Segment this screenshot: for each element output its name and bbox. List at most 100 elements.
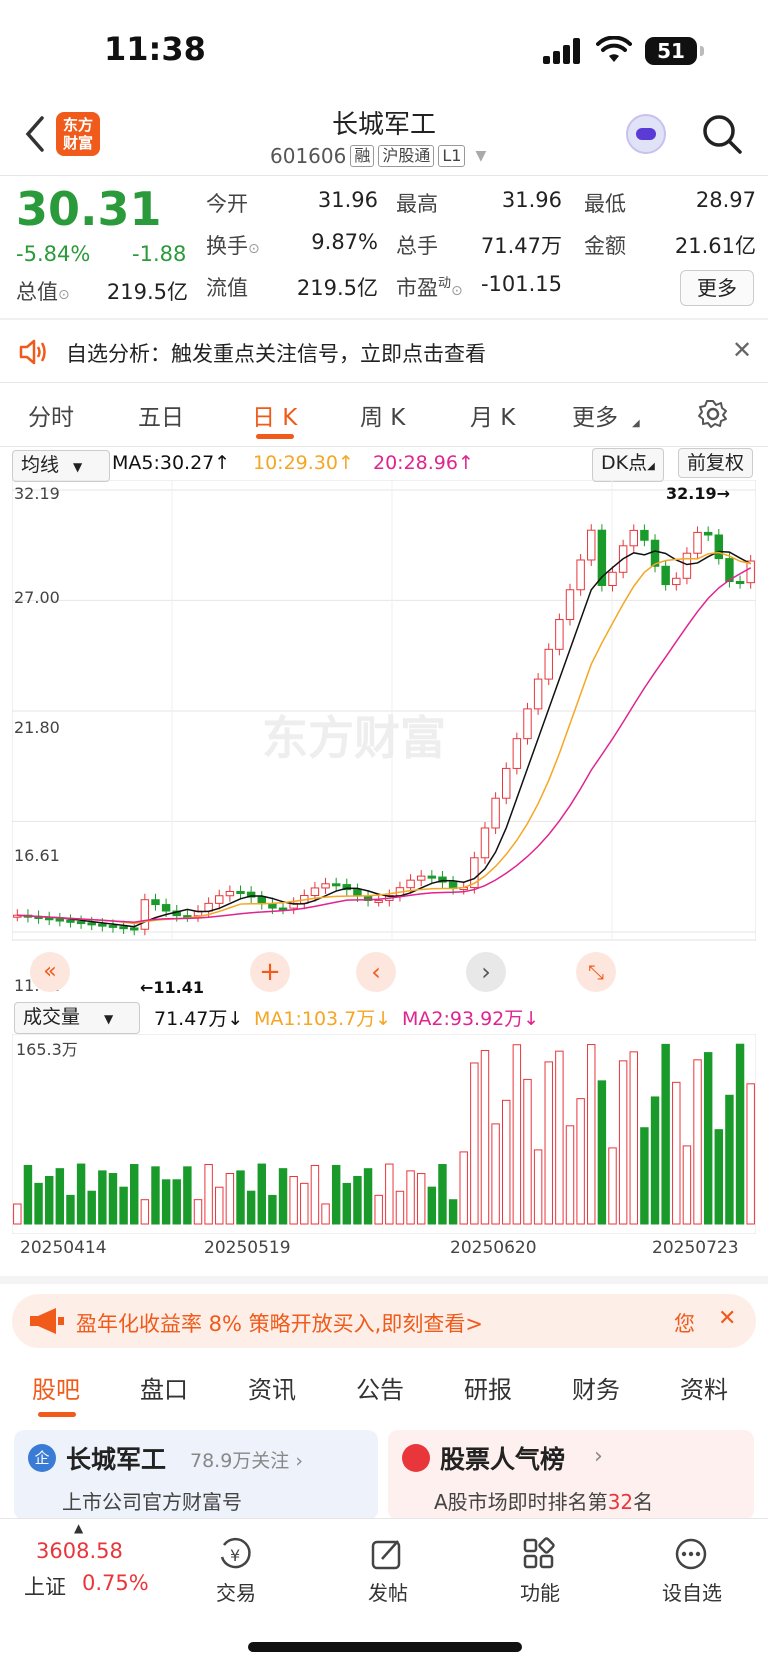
search-icon[interactable] — [700, 112, 744, 156]
volume-bar — [533, 1149, 543, 1225]
more-button[interactable]: 更多 — [680, 270, 754, 306]
candle — [565, 589, 575, 621]
trade-icon[interactable]: ¥ — [218, 1537, 254, 1571]
volume-bar — [130, 1164, 139, 1225]
candle — [693, 531, 702, 554]
volume-bar — [416, 1173, 426, 1225]
volume-bar — [459, 1151, 468, 1225]
label-volume: 总手 — [396, 234, 438, 258]
signal-icon — [543, 38, 583, 64]
volume-bar — [693, 1059, 702, 1225]
stock-code-row[interactable]: 601606 融 沪股通 L1 ▼ — [270, 144, 486, 168]
volume-max-label: 165.3万 — [16, 1040, 78, 1059]
nav-post[interactable]: 发帖 — [338, 1577, 438, 1606]
volume-bar — [268, 1194, 277, 1225]
nav-add-watchlist[interactable]: 设自选 — [642, 1577, 742, 1606]
home-indicator — [248, 1642, 522, 1652]
tab-guba[interactable]: 股吧 — [32, 1370, 80, 1405]
popularity-card[interactable]: 股票人气榜 › A股市场即时排名第32名 — [388, 1430, 754, 1520]
tab-intraday[interactable]: 分时 — [28, 398, 74, 432]
value-low: 28.97 — [695, 188, 756, 212]
candle — [215, 895, 224, 904]
caret-up-icon: ▲ — [74, 1521, 84, 1535]
ma20-readout: 20:28.96↑ — [373, 452, 474, 474]
candle — [512, 738, 522, 769]
x-label-3: 20250620 — [450, 1238, 537, 1258]
candle — [661, 565, 670, 586]
nav-functions[interactable]: 功能 — [490, 1577, 590, 1606]
tab-announcements[interactable]: 公告 — [356, 1370, 404, 1405]
gear-icon[interactable] — [697, 398, 729, 430]
volume-chart[interactable] — [12, 1034, 756, 1234]
tab-orderbook[interactable]: 盘口 — [140, 1370, 188, 1405]
tab-profile[interactable]: 资料 — [680, 1370, 728, 1405]
scroll-first-icon[interactable]: « — [30, 952, 70, 992]
value-open: 31.96 — [317, 188, 378, 212]
index-change[interactable]: 0.75% — [82, 1571, 149, 1595]
volume-bar — [597, 1080, 607, 1225]
volume-indicator-select[interactable]: 成交量 ▼ — [14, 1002, 140, 1034]
tab-finance[interactable]: 财务 — [572, 1370, 620, 1405]
chevron-left-icon[interactable]: ‹ — [356, 952, 396, 992]
card-title: 长城军工 — [66, 1445, 167, 1474]
card-follow-count: 78.9万关注 › — [190, 1450, 303, 1472]
volume-bar — [87, 1190, 96, 1225]
chevron-right-icon[interactable]: › — [466, 952, 506, 992]
robot-avatar-icon[interactable] — [626, 114, 666, 154]
company-card[interactable]: 企 长城军工 78.9万关注 › 上市公司官方财富号 — [14, 1430, 378, 1520]
dk-point-button[interactable]: DK点◢ — [592, 448, 664, 482]
volume-bar — [300, 1182, 309, 1225]
enterprise-icon: 企 — [28, 1444, 56, 1472]
volume-bar — [587, 1044, 596, 1225]
chevron-down-icon: ▼ — [475, 148, 487, 164]
tab-more[interactable]: 更多 — [572, 398, 618, 432]
volume-bar — [512, 1044, 522, 1225]
label-total-value: 总值⊙ — [16, 280, 70, 304]
caret-icon: ◢ — [632, 418, 640, 429]
tab-daily-k[interactable]: 日 K — [252, 398, 297, 432]
tab-monthly-k[interactable]: 月 K — [470, 398, 515, 432]
more-dots-icon[interactable] — [674, 1537, 708, 1571]
adjust-button[interactable]: 前复权 — [678, 448, 754, 478]
indicator-select[interactable]: 均线 ▼ — [12, 450, 110, 482]
candle — [44, 917, 54, 921]
volume-bar — [682, 1145, 692, 1225]
promo-banner[interactable]: 盈年化收益率 8% 策略开放买入,即刻查看> 您 ✕ — [12, 1294, 756, 1348]
analysis-notice[interactable]: 自选分析：触发重点关注信号，立即点击查看 ✕ — [0, 322, 768, 382]
grid-icon[interactable] — [522, 1537, 556, 1571]
tab-five-day[interactable]: 五日 — [138, 398, 184, 432]
candle — [576, 559, 585, 591]
label-open: 今开 — [206, 192, 248, 216]
max-price-label: 32.19→ — [666, 484, 731, 503]
close-icon[interactable]: ✕ — [732, 336, 752, 364]
expand-icon[interactable]: ⤡ — [576, 952, 616, 992]
volume-bar — [385, 1163, 394, 1225]
value-volume: 71.47万 — [480, 234, 562, 258]
tab-news[interactable]: 资讯 — [248, 1370, 296, 1405]
nav-trade[interactable]: 交易 — [186, 1577, 286, 1606]
label-float-value: 流值 — [206, 276, 248, 300]
tab-weekly-k[interactable]: 周 K — [360, 398, 405, 432]
volume-bar — [544, 1061, 553, 1225]
candle — [427, 875, 437, 879]
quote-grid: 今开 31.96 最高 31.96 最低 28.97 换手⊙ 9.87% 总手 … — [200, 188, 760, 300]
candle — [682, 552, 692, 579]
index-value[interactable]: 3608.58 — [36, 1539, 123, 1563]
volume-bar — [576, 1098, 585, 1225]
tab-research[interactable]: 研报 — [464, 1370, 512, 1405]
divider — [0, 382, 768, 383]
close-icon[interactable]: ✕ — [718, 1306, 736, 1331]
volume-bar — [353, 1175, 362, 1225]
candle — [108, 924, 118, 928]
candle — [225, 890, 235, 897]
index-name[interactable]: 上证 — [24, 1571, 66, 1601]
volume-bar — [44, 1175, 54, 1225]
add-icon[interactable]: + — [250, 952, 290, 992]
volume-bar — [151, 1166, 160, 1225]
volume-bar — [374, 1194, 383, 1225]
volume-bar — [608, 1147, 617, 1225]
card-title: 股票人气榜 — [440, 1445, 566, 1474]
volume-bar — [172, 1179, 181, 1225]
volume-bar — [427, 1186, 437, 1225]
compose-icon[interactable] — [370, 1537, 404, 1571]
